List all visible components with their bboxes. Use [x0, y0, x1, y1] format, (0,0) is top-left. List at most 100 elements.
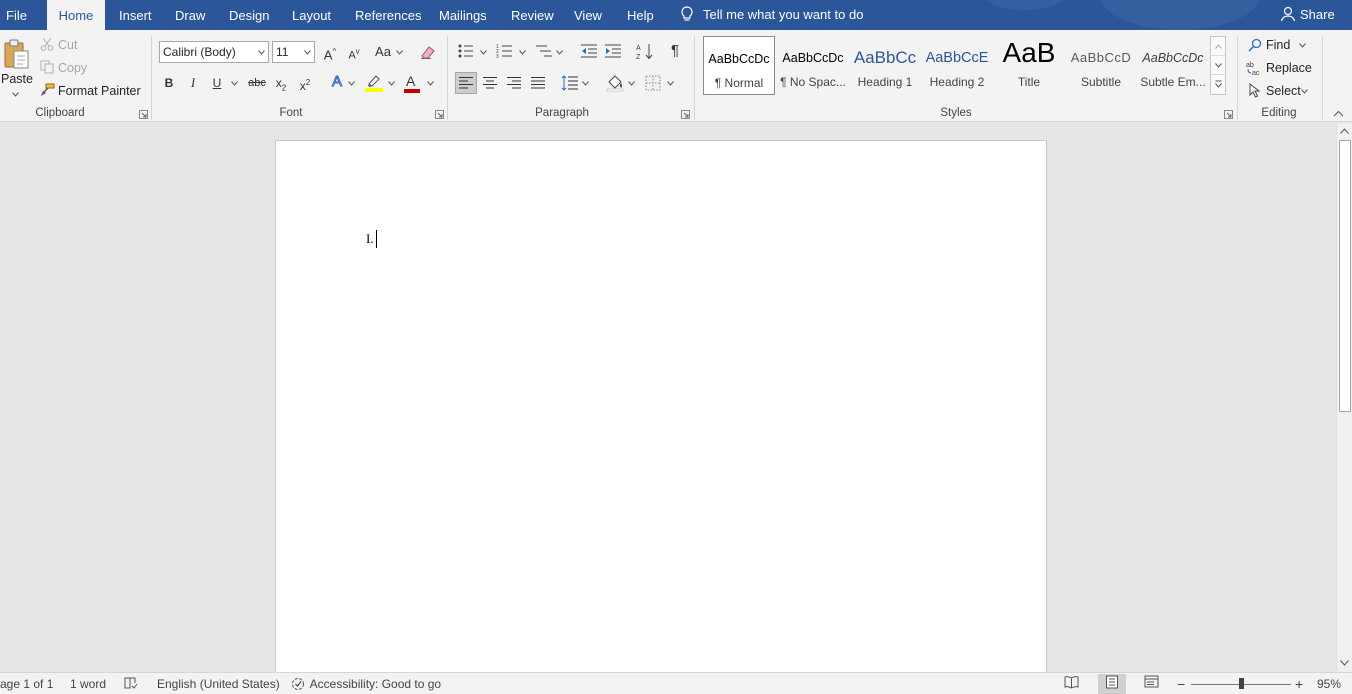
multilevel-list-icon[interactable]: [535, 43, 553, 59]
style-no-spacing[interactable]: AaBbCcDc ¶ No Spac...: [777, 36, 849, 95]
chevron-down-icon[interactable]: [348, 81, 355, 86]
page-count[interactable]: Page 1 of 1: [0, 673, 53, 694]
tab-insert[interactable]: Insert: [119, 0, 152, 30]
dialog-launcher-icon[interactable]: [139, 110, 148, 119]
chevron-down-icon[interactable]: [388, 81, 395, 86]
paste-button[interactable]: Paste: [0, 36, 33, 102]
change-case-button[interactable]: Aa: [372, 42, 394, 62]
gallery-expand[interactable]: [1211, 75, 1225, 94]
gallery-scroll-down[interactable]: [1211, 56, 1225, 75]
text-effects-button[interactable]: A: [327, 72, 347, 92]
lightbulb-icon: [681, 6, 693, 21]
tab-file[interactable]: File: [6, 0, 27, 30]
tab-view[interactable]: View: [574, 0, 602, 30]
font-size-combo[interactable]: 11: [272, 41, 315, 63]
clear-formatting-icon[interactable]: [419, 44, 437, 60]
style-heading-2[interactable]: AaBbCcE Heading 2: [921, 36, 993, 95]
dialog-launcher-icon[interactable]: [435, 110, 444, 119]
highlighter-icon[interactable]: [364, 73, 384, 93]
tab-help[interactable]: Help: [627, 0, 654, 30]
justify-icon[interactable]: [530, 76, 546, 90]
chevron-down-icon[interactable]: [582, 81, 589, 86]
chevron-down-icon[interactable]: [667, 81, 674, 86]
dialog-launcher-icon[interactable]: [681, 110, 690, 119]
chevron-down-icon[interactable]: [427, 81, 434, 86]
accessibility-status[interactable]: Accessibility: Good to go: [291, 673, 441, 694]
tab-mailings[interactable]: Mailings: [439, 0, 487, 30]
find-button[interactable]: Find: [1246, 36, 1312, 54]
shrink-font-button[interactable]: Av: [344, 42, 364, 62]
document-page[interactable]: I.: [275, 140, 1047, 672]
copy-button[interactable]: Copy: [38, 59, 98, 77]
zoom-slider-thumb[interactable]: [1239, 678, 1244, 689]
grow-font-button[interactable]: A^: [320, 42, 340, 62]
show-formatting-marks-button[interactable]: ¶: [665, 41, 685, 61]
align-right-icon[interactable]: [506, 76, 522, 90]
svg-text:3: 3: [496, 54, 499, 59]
style-subtle-emphasis[interactable]: AaBbCcDc Subtle Em...: [1137, 36, 1209, 95]
tell-me-search[interactable]: Tell me what you want to do: [680, 0, 863, 30]
tab-references[interactable]: References: [355, 0, 421, 30]
sort-icon[interactable]: AZ: [636, 42, 654, 60]
chevron-down-icon: [12, 92, 19, 97]
tab-draw[interactable]: Draw: [175, 0, 205, 30]
replace-button[interactable]: ab ac Replace: [1246, 59, 1312, 77]
chevron-down-icon: [1215, 63, 1222, 68]
style-name: Heading 1: [857, 75, 913, 89]
chevron-down-icon[interactable]: [519, 50, 526, 55]
tab-design[interactable]: Design: [229, 0, 269, 30]
increase-indent-icon[interactable]: [604, 43, 622, 59]
vertical-scrollbar[interactable]: [1336, 123, 1352, 672]
cut-button[interactable]: Cut: [38, 36, 88, 54]
font-color-button[interactable]: A: [403, 73, 423, 93]
chevron-down-icon: [1299, 43, 1306, 48]
scroll-up-arrow-icon[interactable]: [1340, 128, 1349, 134]
style-normal[interactable]: AaBbCcDc ¶ Normal: [703, 36, 775, 95]
subscript-button[interactable]: x2: [271, 73, 291, 93]
font-name-combo[interactable]: Calibri (Body): [159, 41, 269, 63]
bullets-icon[interactable]: [457, 43, 475, 59]
style-heading-1[interactable]: AaBbCc Heading 1: [849, 36, 921, 95]
chevron-down-icon[interactable]: [480, 50, 487, 55]
shading-icon[interactable]: [606, 74, 624, 92]
italic-button[interactable]: I: [183, 73, 203, 93]
word-count[interactable]: 1 word: [70, 673, 106, 694]
cut-label: Cut: [58, 38, 78, 52]
tab-home[interactable]: Home: [47, 0, 105, 30]
share-button[interactable]: Share: [1280, 0, 1335, 30]
collapse-ribbon-icon[interactable]: [1333, 110, 1344, 117]
strikethrough-button[interactable]: abc: [246, 73, 268, 93]
zoom-out-button[interactable]: −: [1177, 673, 1185, 694]
read-mode-icon[interactable]: [1064, 675, 1079, 689]
style-title[interactable]: AaB Title: [993, 36, 1065, 95]
scrollbar-thumb[interactable]: [1339, 140, 1351, 412]
zoom-in-button[interactable]: +: [1295, 673, 1303, 694]
tab-review[interactable]: Review: [511, 0, 554, 30]
align-left-button[interactable]: [455, 72, 477, 94]
format-painter-button[interactable]: Format Painter: [38, 82, 142, 100]
decrease-indent-icon[interactable]: [580, 43, 598, 59]
web-layout-icon[interactable]: [1144, 675, 1159, 689]
align-center-icon[interactable]: [482, 76, 498, 90]
underline-button[interactable]: U: [207, 73, 227, 93]
line-spacing-icon[interactable]: [561, 75, 579, 91]
style-subtitle[interactable]: AaBbCcD Subtitle: [1065, 36, 1137, 95]
superscript-button[interactable]: x2: [295, 73, 315, 93]
borders-icon[interactable]: [645, 75, 661, 91]
text-cursor: [376, 230, 377, 248]
chevron-down-icon[interactable]: [231, 81, 238, 86]
tab-layout[interactable]: Layout: [292, 0, 331, 30]
chevron-down-icon[interactable]: [556, 50, 563, 55]
print-layout-button[interactable]: [1098, 674, 1126, 694]
scroll-down-arrow-icon[interactable]: [1340, 660, 1349, 666]
dialog-launcher-icon[interactable]: [1224, 110, 1233, 119]
chevron-down-icon[interactable]: [396, 50, 403, 55]
gallery-scroll-up[interactable]: [1211, 37, 1225, 56]
zoom-level[interactable]: 95%: [1317, 673, 1341, 694]
select-button[interactable]: Select: [1246, 82, 1312, 100]
bold-button[interactable]: B: [159, 73, 179, 93]
language-status[interactable]: English (United States): [157, 673, 280, 694]
proofing-status[interactable]: [124, 673, 138, 694]
numbering-icon[interactable]: 123: [496, 43, 514, 59]
chevron-down-icon[interactable]: [628, 81, 635, 86]
